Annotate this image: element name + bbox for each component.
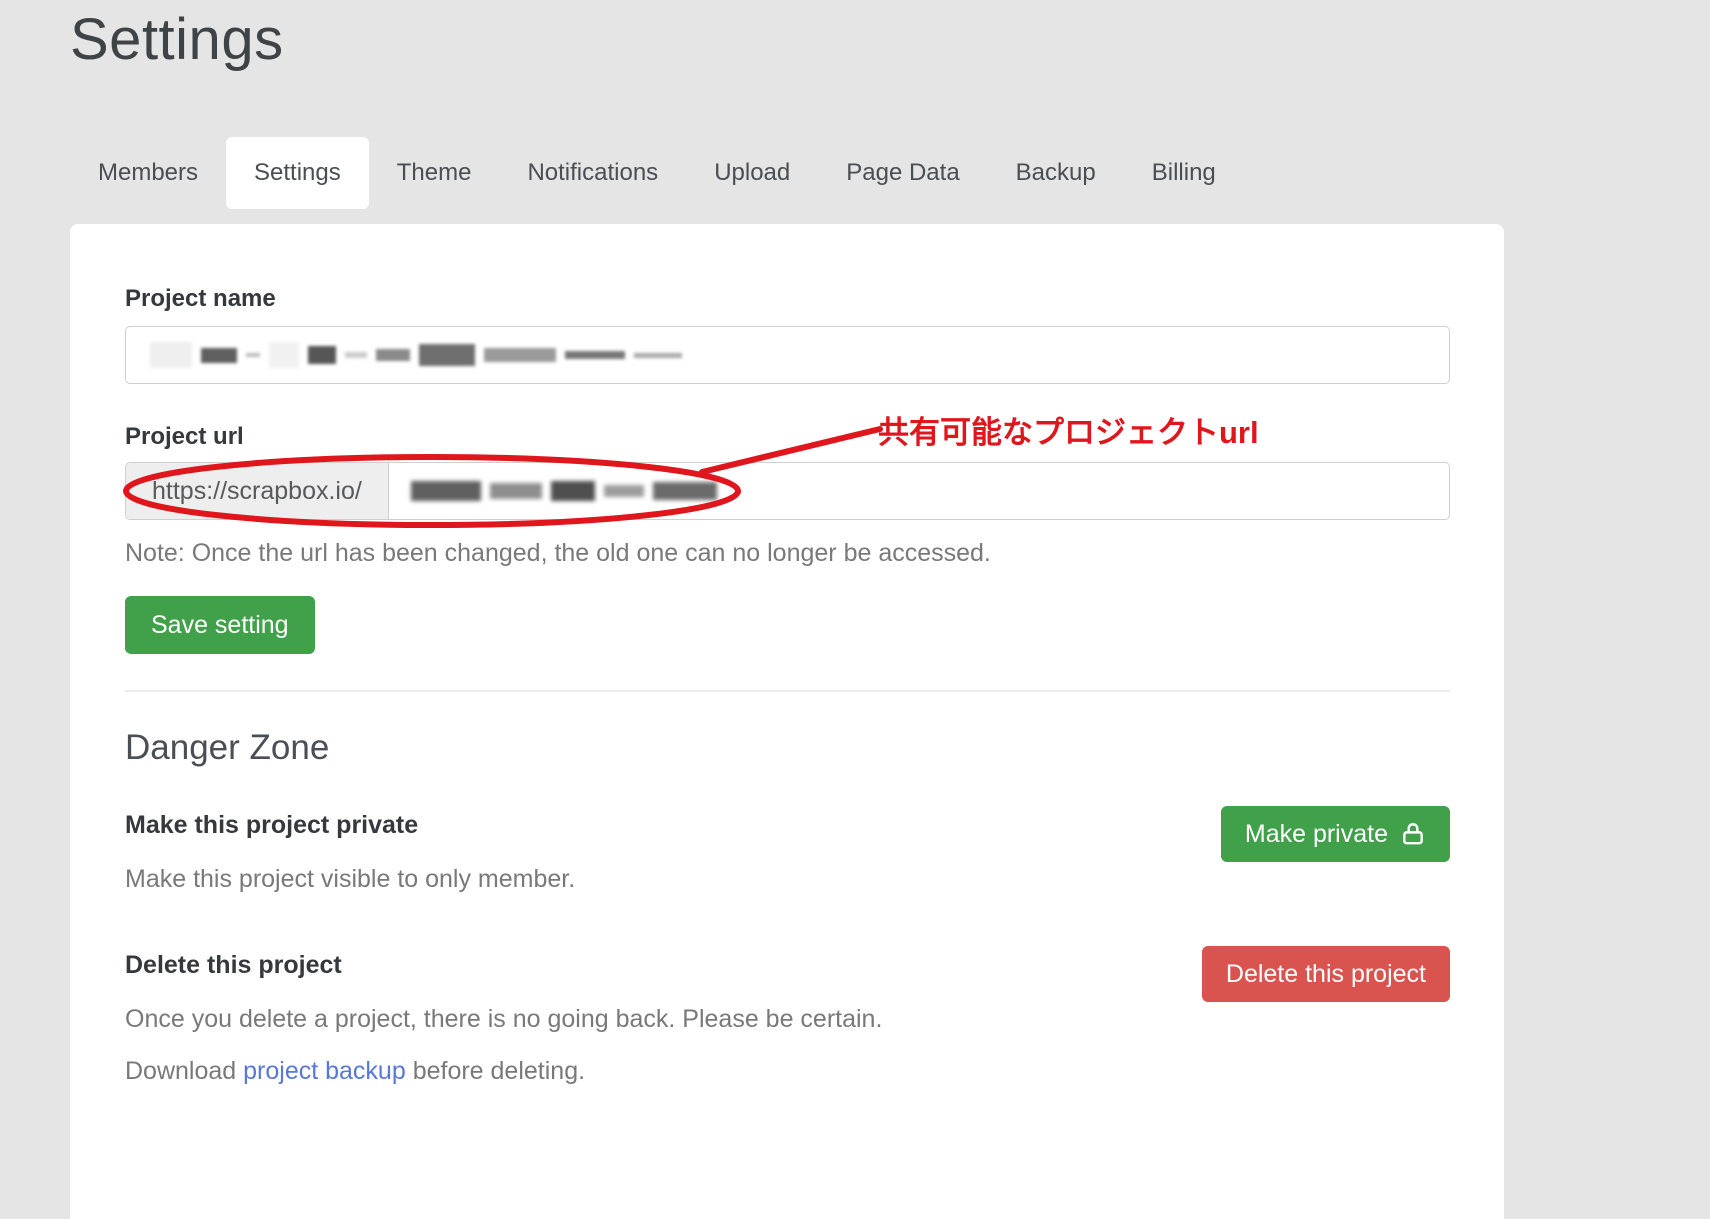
save-setting-button[interactable]: Save setting xyxy=(125,596,315,654)
tab-theme[interactable]: Theme xyxy=(369,137,500,209)
tab-settings[interactable]: Settings xyxy=(226,137,369,209)
project-url-label: Project url xyxy=(125,422,1449,452)
project-backup-link[interactable]: project backup xyxy=(243,1057,406,1085)
project-name-input[interactable] xyxy=(125,326,1450,384)
settings-panel: Project name Project url https://scrapbo… xyxy=(70,224,1504,1219)
danger-zone-heading: Danger Zone xyxy=(125,726,1449,770)
tab-upload[interactable]: Upload xyxy=(686,137,818,209)
tab-members[interactable]: Members xyxy=(70,137,226,209)
make-private-description: Make this project visible to only member… xyxy=(125,864,1450,894)
redacted-project-url xyxy=(411,481,717,501)
url-prefix-addon: https://scrapbox.io/ xyxy=(126,463,389,519)
delete-project-description: Once you delete a project, there is no g… xyxy=(125,1004,1450,1034)
delete-project-row: Delete this project Once you delete a pr… xyxy=(125,950,1450,1034)
page-title: Settings xyxy=(70,6,284,73)
make-private-button[interactable]: Make private xyxy=(1221,806,1450,862)
settings-tabbar: Members Settings Theme Notifications Upl… xyxy=(70,137,1244,209)
make-private-row: Make this project private Make this proj… xyxy=(125,810,1450,894)
section-divider xyxy=(125,690,1450,692)
redacted-project-name xyxy=(150,342,682,368)
make-private-button-label: Make private xyxy=(1245,820,1388,849)
project-url-group: https://scrapbox.io/ 共有可能なプロジェクトurl xyxy=(125,462,1450,520)
tab-billing[interactable]: Billing xyxy=(1124,137,1244,209)
backup-hint-after: before deleting. xyxy=(406,1057,585,1085)
tab-backup[interactable]: Backup xyxy=(988,137,1124,209)
tab-notifications[interactable]: Notifications xyxy=(499,137,686,209)
project-url-input[interactable] xyxy=(389,463,1449,519)
tab-page-data[interactable]: Page Data xyxy=(818,137,987,209)
backup-hint-before: Download xyxy=(125,1057,243,1085)
lock-icon xyxy=(1400,821,1426,847)
url-change-note: Note: Once the url has been changed, the… xyxy=(125,538,1449,568)
backup-hint: Download project backup before deleting. xyxy=(125,1056,1449,1086)
project-name-label: Project name xyxy=(125,284,1449,314)
delete-project-button[interactable]: Delete this project xyxy=(1202,946,1450,1002)
